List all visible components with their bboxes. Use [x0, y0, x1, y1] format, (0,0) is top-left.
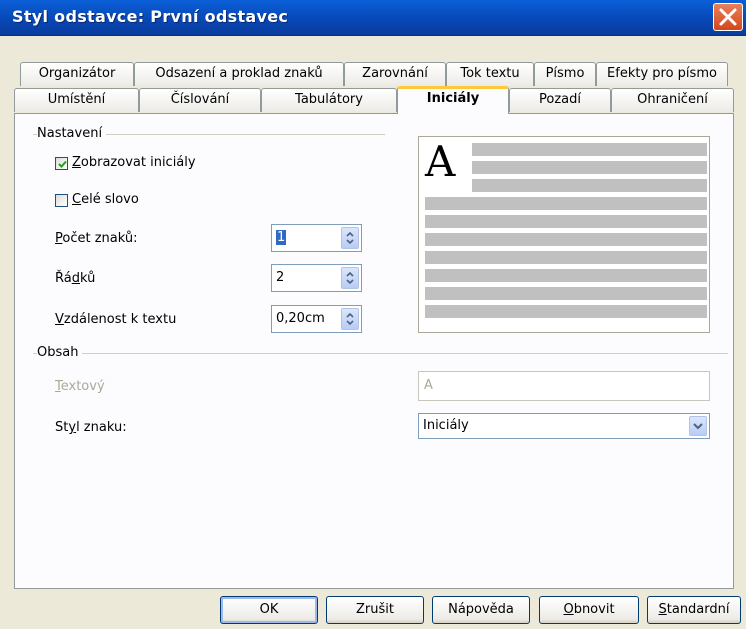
preview-line: [472, 179, 707, 192]
reset-button[interactable]: Obnovit: [539, 596, 639, 624]
tab-pozadi[interactable]: Pozadí: [509, 88, 611, 112]
lines-spinner[interactable]: 2: [271, 264, 362, 292]
whole-word-text: elé slovo: [81, 192, 139, 207]
checkmark-icon: [58, 160, 67, 168]
char-count-value[interactable]: 1: [276, 230, 287, 245]
text-rest: extový: [60, 379, 105, 394]
preview-line: [425, 287, 707, 300]
tab-organizator[interactable]: Organizátor: [20, 62, 134, 86]
lines-hotkey: d: [71, 271, 80, 286]
preview-line: [425, 215, 707, 228]
tab-ohraniceni[interactable]: Ohraničení: [611, 88, 734, 112]
tab-efekty-pro-pismo[interactable]: Efekty pro písmo: [596, 62, 728, 86]
lines-post: ků: [79, 271, 96, 286]
ok-button[interactable]: OK: [220, 596, 318, 624]
char-style-dropdown-button[interactable]: [689, 416, 707, 436]
whole-word-checkbox[interactable]: [55, 194, 68, 207]
preview-line: [425, 197, 707, 210]
tab-panel-inicialy: Nastavení Zobrazovat iniciály Celé slovo…: [14, 113, 734, 589]
text-label: Textový: [55, 379, 105, 394]
preview-initial-letter: A: [425, 137, 456, 186]
tab-umisteni[interactable]: Umístění: [14, 88, 139, 112]
content-divider: [33, 353, 728, 354]
spin-arrows-icon: [346, 271, 354, 285]
standard-button[interactable]: Standardní: [647, 596, 741, 624]
whole-word-label[interactable]: Celé slovo: [72, 192, 139, 207]
lines-pre: Řá: [55, 271, 72, 286]
preview-line: [472, 143, 707, 156]
settings-section-title: Nastavení: [37, 126, 107, 141]
show-initials-text: obrazovat iniciály: [80, 155, 196, 170]
content-section-title: Obsah: [37, 345, 83, 360]
char-count-spin-buttons[interactable]: [341, 227, 359, 249]
tab-zarovnani[interactable]: Zarovnání: [344, 62, 446, 86]
char-style-label: Styl znaku:: [55, 420, 127, 435]
preview-line: [425, 233, 707, 246]
title-bar[interactable]: Styl odstavce: První odstavec: [0, 0, 746, 36]
char-count-post: očet znaků:: [62, 231, 138, 246]
distance-hotkey: V: [55, 312, 64, 327]
cancel-button[interactable]: Zrušit: [326, 596, 424, 624]
tab-inicialy[interactable]: Iniciály: [397, 86, 509, 114]
preview-line: [425, 269, 707, 282]
char-style-pre: St: [55, 420, 69, 435]
char-style-select[interactable]: Iniciály: [418, 413, 710, 439]
close-button[interactable]: [713, 3, 743, 31]
standard-hotkey: S: [658, 602, 667, 617]
distance-post: zdálenost k textu: [63, 312, 177, 327]
tab-cislovani[interactable]: Číslování: [139, 88, 261, 112]
char-style-hotkey: y: [68, 420, 77, 435]
reset-text: bnovit: [573, 602, 615, 617]
tab-pismo[interactable]: Písmo: [534, 62, 596, 86]
char-style-post: l znaku:: [76, 420, 127, 435]
distance-spinner[interactable]: 0,20cm: [271, 305, 362, 333]
preview-line: [472, 161, 707, 174]
distance-value[interactable]: 0,20cm: [276, 311, 325, 326]
tab-tok-textu[interactable]: Tok textu: [446, 62, 534, 86]
spin-arrows-icon: [346, 312, 354, 326]
char-count-spinner[interactable]: 1: [271, 224, 362, 252]
lines-label: Řádků: [55, 271, 95, 286]
tab-odsazeni-a-proklad[interactable]: Odsazení a proklad znaků: [134, 62, 344, 86]
standard-text: tandardní: [666, 602, 730, 617]
show-initials-checkbox[interactable]: [55, 157, 68, 170]
window-title: Styl odstavce: První odstavec: [12, 7, 289, 26]
show-initials-hotkey: Z: [72, 155, 81, 170]
initials-text-value: A: [424, 378, 433, 393]
preview-line: [425, 251, 707, 264]
tab-tabulatory[interactable]: Tabulátory: [261, 88, 397, 112]
help-button[interactable]: Nápověda: [432, 596, 530, 624]
reset-hotkey: O: [563, 602, 574, 617]
whole-word-hotkey: C: [72, 192, 82, 207]
lines-value[interactable]: 2: [276, 270, 284, 285]
char-count-label: Počet znaků:: [55, 231, 138, 246]
preview-line: [425, 305, 707, 318]
show-initials-label[interactable]: Zobrazovat iniciály: [72, 155, 196, 170]
lines-spin-buttons[interactable]: [341, 267, 359, 289]
close-icon: [719, 8, 737, 26]
char-style-value: Iniciály: [423, 418, 469, 433]
initials-text-input[interactable]: A: [418, 371, 710, 401]
spin-arrows-icon: [346, 231, 354, 245]
distance-spin-buttons[interactable]: [341, 308, 359, 330]
chevron-down-icon: [693, 423, 703, 430]
distance-label: Vzdálenost k textu: [55, 312, 176, 327]
initials-preview: A: [418, 136, 710, 333]
